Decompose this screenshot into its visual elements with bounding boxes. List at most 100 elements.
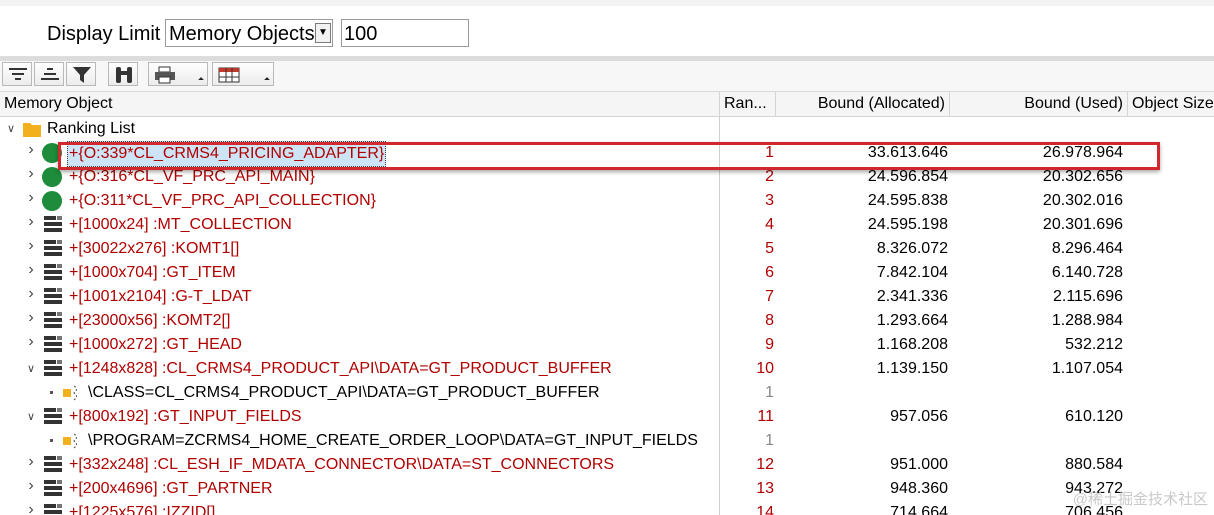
rank-cell: 13 — [756, 480, 774, 497]
display-limit-mode-select[interactable]: Memory Objects ▼ — [165, 19, 333, 47]
reference-pointer-icon — [63, 433, 77, 449]
rank-cell: 14 — [756, 504, 774, 515]
chevron-down-icon[interactable]: ▼ — [315, 23, 331, 43]
reference-name: \CLASS=CL_CRMS4_PRODUCT_API\DATA=GT_PROD… — [88, 384, 600, 401]
column-header-rank[interactable]: Ran... — [720, 92, 776, 116]
bound-allocated-cell: 951.000 — [890, 456, 948, 473]
expand-chevron-icon[interactable]: › — [25, 214, 37, 230]
sort-ascending-button[interactable] — [2, 62, 32, 86]
watermark: @稀土掘金技术社区 — [1072, 491, 1208, 508]
display-limit-bar: Display Limit Memory Objects ▼ 100 — [0, 6, 1214, 56]
tree-row[interactable]: › +[30022x276] :KOMT1[] 5 8.326.072 8.296.46… — [0, 237, 1214, 261]
expand-chevron-icon[interactable]: › — [25, 310, 37, 326]
memory-object-name: +[1000x24] :MT_COLLECTION — [69, 216, 292, 233]
tree-reference-row[interactable]: \PROGRAM=ZCRMS4_HOME_CREATE_ORDER_LOOP\D… — [0, 429, 1214, 453]
tree-row[interactable]: › +[1001x2104] :G-T_LDAT 7 2.341.336 2.115.6… — [0, 285, 1214, 309]
find-button[interactable] — [108, 62, 138, 86]
bound-allocated-cell: 1.168.208 — [876, 336, 948, 353]
bound-allocated-cell: 2.341.336 — [876, 288, 948, 305]
tree-row[interactable]: › +[1000x272] :GT_HEAD 9 1.168.208 532.212 — [0, 333, 1214, 357]
internal-table-icon — [44, 216, 62, 232]
rank-cell: 1 — [765, 432, 774, 449]
internal-table-icon — [44, 456, 62, 472]
bound-allocated-cell: 8.326.072 — [876, 240, 948, 257]
internal-table-icon — [44, 504, 62, 514]
memory-object-name: +{O:311*CL_VF_PRC_API_COLLECTION} — [69, 192, 376, 209]
sort-descending-icon — [41, 68, 59, 80]
rank-cell: 9 — [765, 336, 774, 353]
print-icon — [155, 66, 175, 84]
expand-chevron-icon[interactable]: › — [25, 142, 37, 158]
memory-object-name: +[23000x56] :KOMT2[] — [69, 312, 231, 329]
object-instance-icon — [42, 167, 62, 187]
layout-button[interactable] — [212, 62, 274, 86]
tree-row[interactable]: › +[1225x576] :IZZID[] 14 714.664 706.456 — [0, 501, 1214, 515]
rank-cell: 10 — [756, 360, 774, 377]
tree-row[interactable]: ∨ +[1248x828] :CL_CRMS4_PRODUCT_API\DATA=… — [0, 357, 1214, 381]
bound-used-cell: 8.296.464 — [1051, 240, 1123, 257]
collapse-chevron-icon[interactable]: ∨ — [25, 362, 37, 376]
rank-cell: 11 — [757, 408, 774, 425]
memory-object-name: +[1248x828] :CL_CRMS4_PRODUCT_API\DATA=G… — [69, 360, 612, 377]
tree-row[interactable]: › +{O:311*CL_VF_PRC_API_COLLECTION} 3 24.59… — [0, 189, 1214, 213]
tree-row[interactable]: ∨ +[800x192] :GT_INPUT_FIELDS 11 957.056 610… — [0, 405, 1214, 429]
bound-used-cell: 610.120 — [1065, 408, 1123, 425]
tree-root-row[interactable]: ∨ Ranking List — [0, 117, 1214, 141]
internal-table-icon — [44, 336, 62, 352]
bound-used-cell: 880.584 — [1065, 456, 1123, 473]
dropdown-arrow-icon[interactable] — [264, 77, 270, 83]
internal-table-icon — [44, 288, 62, 304]
rank-cell: 3 — [765, 192, 774, 209]
tree-root-label: Ranking List — [47, 120, 136, 137]
sort-descending-button[interactable] — [34, 62, 64, 86]
collapse-chevron-icon[interactable]: ∨ — [25, 410, 37, 424]
bound-used-cell: 2.115.696 — [1053, 288, 1123, 305]
expand-chevron-icon[interactable]: › — [25, 478, 37, 494]
dropdown-arrow-icon[interactable] — [198, 77, 204, 83]
expand-chevron-icon[interactable]: ∨ — [5, 122, 17, 136]
column-header-bound-used[interactable]: Bound (Used) — [950, 92, 1128, 116]
expand-chevron-icon[interactable]: › — [25, 454, 37, 470]
rank-cell: 6 — [765, 264, 774, 281]
sort-ascending-icon — [9, 68, 27, 80]
tree-reference-row[interactable]: \CLASS=CL_CRMS4_PRODUCT_API\DATA=GT_PROD… — [0, 381, 1214, 405]
memory-object-name: +[200x4696] :GT_PARTNER — [69, 480, 273, 497]
tree-row[interactable]: › +[200x4696] :GT_PARTNER 13 948.360 943.272 — [0, 477, 1214, 501]
bound-allocated-cell: 24.595.838 — [867, 192, 948, 209]
filter-button[interactable] — [66, 62, 96, 86]
bound-used-cell: 1.288.984 — [1051, 312, 1123, 329]
expand-chevron-icon[interactable]: › — [25, 238, 37, 254]
print-button[interactable] — [148, 62, 208, 86]
expand-chevron-icon[interactable]: › — [25, 262, 37, 278]
display-limit-count-input[interactable]: 100 — [341, 19, 469, 47]
bound-used-cell: 1.107.054 — [1051, 360, 1123, 377]
expand-chevron-icon[interactable]: › — [25, 166, 37, 182]
expand-chevron-icon[interactable]: › — [25, 190, 37, 206]
internal-table-icon — [44, 312, 62, 328]
column-header-bound-allocated[interactable]: Bound (Allocated) — [776, 92, 950, 116]
tree-leaf-bullet — [50, 391, 53, 394]
display-limit-label: Display Limit — [47, 23, 161, 45]
tree-row[interactable]: › +[1000x704] :GT_ITEM 6 7.842.104 6.140.728 — [0, 261, 1214, 285]
internal-table-icon — [44, 480, 62, 496]
internal-table-icon — [44, 264, 62, 280]
expand-chevron-icon[interactable]: › — [25, 502, 37, 515]
memory-object-name: +[30022x276] :KOMT1[] — [69, 240, 240, 257]
object-instance-icon — [42, 191, 62, 211]
tree-row[interactable]: › +[332x248] :CL_ESH_IF_MDATA_CONNECTOR\D… — [0, 453, 1214, 477]
column-header-object-size[interactable]: Object Size — [1128, 92, 1214, 116]
rank-cell: 1 — [765, 384, 774, 401]
memory-object-name: +[800x192] :GT_INPUT_FIELDS — [69, 408, 302, 425]
expand-chevron-icon[interactable]: › — [25, 286, 37, 302]
tree-row[interactable]: › +[23000x56] :KOMT2[] 8 1.293.664 1.288.984 — [0, 309, 1214, 333]
tree-row[interactable]: › +[1000x24] :MT_COLLECTION 4 24.595.198 20.… — [0, 213, 1214, 237]
column-header-memory-object[interactable]: Memory Object — [0, 92, 720, 116]
reference-pointer-icon — [63, 385, 77, 401]
memory-object-name: +[332x248] :CL_ESH_IF_MDATA_CONNECTOR\DA… — [69, 456, 615, 473]
column-header-row: Memory Object Ran... Bound (Allocated) B… — [0, 92, 1214, 117]
expand-chevron-icon[interactable]: › — [25, 334, 37, 350]
bound-used-cell: 6.140.728 — [1051, 264, 1123, 281]
display-limit-count-value: 100 — [344, 23, 378, 45]
highlight-annotation-box — [58, 142, 1160, 170]
bound-allocated-cell: 1.139.150 — [876, 360, 948, 377]
